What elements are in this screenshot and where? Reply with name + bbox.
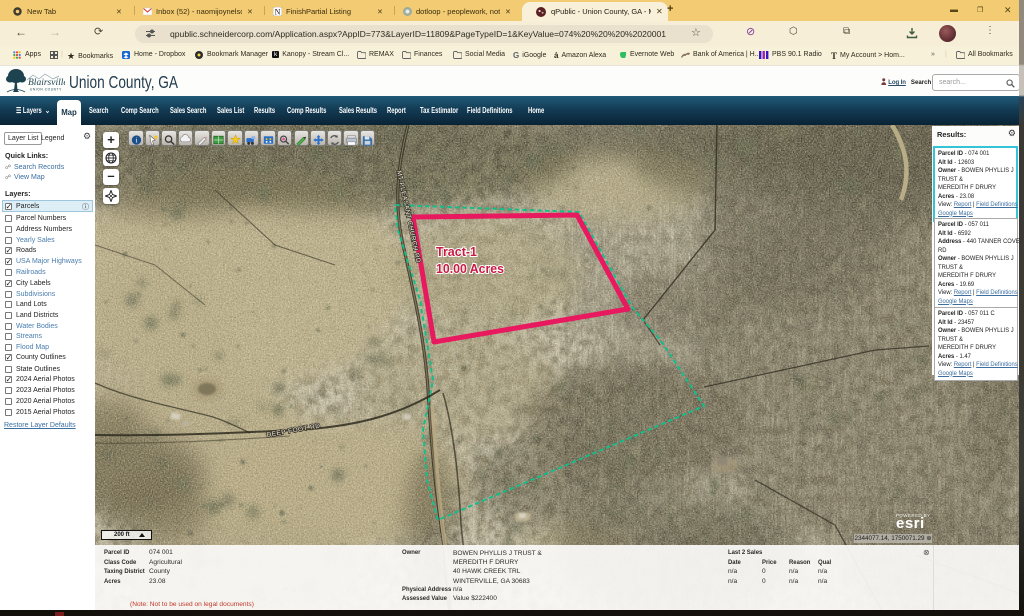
svg-text:UNION COUNTY: UNION COUNTY bbox=[30, 88, 62, 92]
svg-text:Blairsville: Blairsville bbox=[28, 78, 65, 88]
svg-text:i: i bbox=[135, 135, 137, 144]
svg-text:N: N bbox=[275, 7, 281, 16]
svg-text:Tract-1: Tract-1 bbox=[436, 245, 477, 259]
svg-text:10.00 Acres: 10.00 Acres bbox=[436, 262, 504, 276]
